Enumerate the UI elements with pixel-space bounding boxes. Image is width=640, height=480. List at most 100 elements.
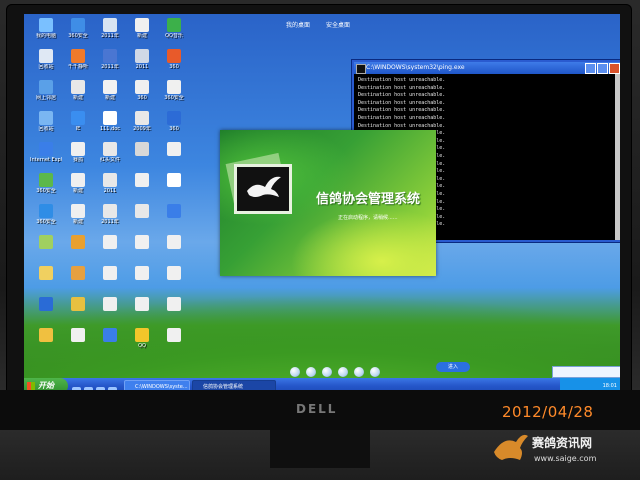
desktop-icon[interactable]: Internet Explorer	[30, 142, 62, 163]
desktop-icon[interactable]: QQ音乐	[158, 18, 190, 39]
desktop-icon-image	[167, 297, 181, 311]
maximize-button[interactable]	[597, 63, 608, 74]
desktop-icon-label: 2009年	[133, 126, 151, 132]
desktop-icon[interactable]	[94, 328, 126, 343]
desktop-icon[interactable]: 2009年	[126, 111, 158, 132]
cmd-scrollbar[interactable]	[615, 74, 620, 240]
desktop-icon[interactable]: 回收站	[30, 49, 62, 70]
desktop-icon[interactable]: 2011	[126, 49, 158, 70]
desktop-icon-label: 360安全	[36, 219, 56, 225]
desktop-icon[interactable]	[94, 266, 126, 281]
desktop-icon[interactable]	[158, 204, 190, 219]
desktop-icon[interactable]	[62, 328, 94, 343]
desktop-icon-image	[135, 204, 149, 218]
enter-button[interactable]: 进入	[436, 362, 470, 372]
desktop-icon-label: 111.doc	[99, 126, 121, 132]
desktop-icon[interactable]: 360	[126, 80, 158, 101]
splash-loading-text: 正在启动程序，请稍候......	[338, 215, 398, 221]
desktop-icon[interactable]: 360安全	[30, 173, 62, 194]
watermark-url: www.saige.com	[534, 454, 597, 463]
desktop-icon[interactable]	[158, 297, 190, 312]
desktop-icon[interactable]	[126, 173, 158, 188]
desktop-icon-image	[71, 80, 85, 94]
desktop-icon[interactable]: 赛鸽	[62, 142, 94, 163]
close-button[interactable]	[609, 63, 620, 74]
desktop-icon[interactable]	[30, 235, 62, 250]
desktop-icon[interactable]: 新建	[62, 204, 94, 225]
monitor-bezel: 我的桌面 安全桌面 我的电脑 360安全 2011年 新建 QQ音乐 回收站 千千静听 201…	[6, 4, 632, 402]
desktop-icon-image	[103, 173, 117, 187]
desktop-icon[interactable]: 360安全	[62, 18, 94, 39]
desktop-icon[interactable]	[126, 142, 158, 157]
start-label: 开始	[38, 381, 54, 390]
cmd-line: Destination host unreachable.	[358, 92, 446, 99]
desktop-icon[interactable]: 新建	[62, 80, 94, 101]
desktop-icon[interactable]	[94, 235, 126, 250]
dock-item[interactable]	[370, 367, 380, 377]
desktop-icon[interactable]	[158, 173, 190, 188]
desktop-icon-image	[71, 328, 85, 342]
desktop-icon-image	[71, 142, 85, 156]
desktop-icon-image	[39, 80, 53, 94]
desktop-icon[interactable]: 新建	[94, 80, 126, 101]
desktop-icon[interactable]	[30, 297, 62, 312]
desktop-icon[interactable]	[30, 328, 62, 343]
desktop-icon[interactable]	[126, 297, 158, 312]
my-desktop-link[interactable]: 我的桌面	[286, 22, 310, 29]
desktop-icon-label: 2011年	[101, 33, 119, 39]
desktop-icon[interactable]: 2011	[94, 173, 126, 194]
desktop-icon-image	[167, 266, 181, 280]
desktop-icon-label: 360	[137, 95, 147, 101]
desktop-icon-image	[135, 18, 149, 32]
desktop-icon[interactable]: 千千静听	[62, 49, 94, 70]
desktop-icon[interactable]	[158, 235, 190, 250]
desktop-icon[interactable]: 我的电脑	[30, 18, 62, 39]
desktop-icon[interactable]	[126, 266, 158, 281]
dock-item[interactable]	[354, 367, 364, 377]
desktop-icon[interactable]: IE	[62, 111, 94, 132]
desktop-icon-image	[167, 235, 181, 249]
dock-item[interactable]	[338, 367, 348, 377]
desktop-icon[interactable]: QQ	[126, 328, 158, 349]
dock-item[interactable]	[306, 367, 316, 377]
safe-desktop-link[interactable]: 安全桌面	[326, 22, 350, 29]
desktop-icon[interactable]: 新建	[126, 18, 158, 39]
dock-item[interactable]	[290, 367, 300, 377]
desktop-icon[interactable]: 111.doc	[94, 111, 126, 132]
desktop-icon-image	[167, 80, 181, 94]
dock-item[interactable]	[322, 367, 332, 377]
desktop-icon-label: 2011年	[101, 64, 119, 70]
desktop-icon[interactable]: 360	[158, 111, 190, 132]
desktop-icon[interactable]	[158, 266, 190, 281]
desktop-icon[interactable]	[126, 235, 158, 250]
desktop-icon[interactable]	[158, 328, 190, 343]
desktop-icon-image	[103, 142, 117, 156]
desktop-icon[interactable]: 红头文件	[94, 142, 126, 163]
desktop-icon[interactable]: 2011年	[94, 204, 126, 225]
desktop-icon[interactable]: 网上邻居	[30, 80, 62, 101]
desktop-icon-image	[71, 173, 85, 187]
desktop-icon-label: 红头文件	[99, 157, 120, 163]
clock: 18:01	[602, 383, 617, 389]
desktop-icon[interactable]	[62, 297, 94, 312]
desktop-icon[interactable]	[62, 235, 94, 250]
desktop-icon[interactable]	[126, 204, 158, 219]
desktop-icon-image	[39, 297, 53, 311]
desktop-icon[interactable]: 360安全	[30, 204, 62, 225]
desktop-icon-image	[39, 204, 53, 218]
desktop-icon[interactable]	[62, 266, 94, 281]
desktop-icon[interactable]: 新建	[62, 173, 94, 194]
desktop-icon[interactable]	[30, 266, 62, 281]
desktop-icon[interactable]: 2011年	[94, 18, 126, 39]
cmd-titlebar[interactable]: C:\WINDOWS\system32\ping.exe	[354, 62, 620, 74]
cmd-line: Destination host unreachable.	[358, 77, 446, 83]
desktop-icon[interactable]	[94, 297, 126, 312]
desktop-icon[interactable]: 360安全	[158, 80, 190, 101]
cmd-line: Destination host unreachable.	[358, 114, 446, 121]
desktop-icon[interactable]: 2011年	[94, 49, 126, 70]
desktop-icon[interactable]: 回收站	[30, 111, 62, 132]
desktop-icon-image	[167, 49, 181, 63]
minimize-button[interactable]	[585, 63, 596, 74]
desktop-icon[interactable]	[158, 142, 190, 157]
desktop-icon[interactable]: 360	[158, 49, 190, 70]
